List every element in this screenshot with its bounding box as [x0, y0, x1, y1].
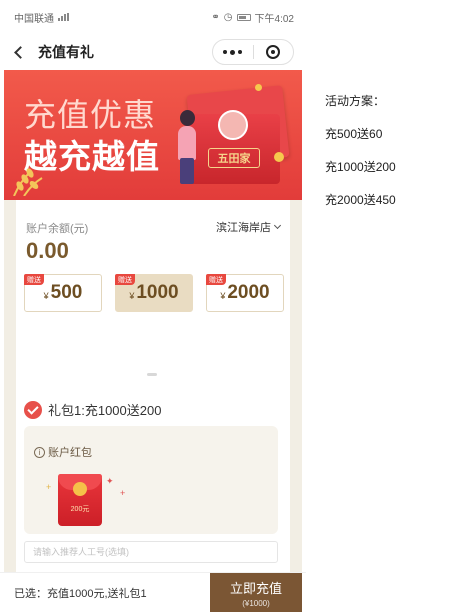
- brand-logo: 五田家: [208, 148, 260, 168]
- gift-tag-badge: 赠送: [24, 274, 44, 285]
- store-selector[interactable]: 滨江海岸店: [216, 219, 282, 235]
- coin-icon: [255, 84, 262, 91]
- recharge-section: 账户余额(元) 滨江海岸店 0.00 赠送 ¥ 500 赠送 ¥ 1000 赠送: [4, 200, 302, 572]
- amount-option-500[interactable]: 赠送 ¥ 500: [24, 274, 102, 312]
- more-dots-icon[interactable]: [213, 40, 253, 64]
- recharge-now-button[interactable]: 立即充值 (¥1000): [210, 573, 302, 612]
- notes-item: 充2000送450: [325, 193, 396, 207]
- amount-value: 500: [50, 282, 83, 303]
- amount-option-1000[interactable]: 赠送 ¥ 1000: [115, 274, 193, 312]
- info-icon: i: [34, 446, 45, 458]
- status-time: 下午4:02: [254, 13, 294, 25]
- bottom-bar: 已选：充值1000元,送礼包1 立即充值 (¥1000): [0, 572, 306, 612]
- red-packet-icon: 200元: [58, 474, 102, 526]
- sparkle-icon: +: [120, 488, 126, 498]
- red-packet-seal: [73, 482, 87, 496]
- chevron-down-icon: [273, 221, 282, 230]
- balance-value: 0.00: [26, 238, 69, 263]
- girl-figure-legs: [180, 158, 194, 184]
- banner-illustration: 五田家: [168, 84, 290, 190]
- gift-detail-box: i 账户红包 + ✦ + 200元: [24, 426, 278, 534]
- red-packet-amount: 200元: [70, 506, 90, 513]
- recharge-button-label: 立即充值: [229, 581, 282, 596]
- mini-program-capsule: [212, 39, 294, 65]
- notes-item: 充1000送200: [325, 160, 396, 174]
- amount-option-2000[interactable]: 赠送 ¥ 2000: [206, 274, 284, 312]
- currency-symbol: ¥: [220, 291, 226, 301]
- close-target-icon[interactable]: [254, 40, 294, 64]
- page-title: 充值有礼: [38, 44, 94, 60]
- signal-icon: [58, 13, 69, 21]
- sparkle-icon: ✦: [106, 476, 114, 486]
- selection-summary: 已选：充值1000元,送礼包1: [14, 588, 147, 600]
- gift-tag-badge: 赠送: [206, 274, 226, 285]
- notes-item: 充500送60: [325, 127, 383, 141]
- carrier-name: 中国联通: [14, 13, 54, 25]
- amount-value: 1000: [136, 282, 179, 303]
- package-label: 礼包1:充1000送200: [48, 403, 162, 418]
- currency-symbol: ¥: [129, 291, 135, 301]
- campaign-notes: 活动方案： 充500送60 充1000送200 充2000送450: [325, 92, 396, 224]
- gift-title-row: i 账户红包: [34, 444, 92, 460]
- alarm-icon: ◷: [223, 11, 233, 23]
- battery-icon: [236, 13, 251, 21]
- phone-screen: 中国联通 ⚭ ◷ 下午4:02 充值有礼 充值优惠 越充越值 五田家 账户余额(…: [0, 0, 306, 612]
- wheat-icon: [13, 168, 43, 196]
- gift-tag-badge: 赠送: [115, 274, 135, 285]
- status-bar: 中国联通 ⚭ ◷ 下午4:02: [0, 0, 306, 34]
- girl-figure-body: [178, 126, 196, 160]
- recharge-card: 账户余额(元) 滨江海岸店 0.00 赠送 ¥ 500 赠送 ¥ 1000 赠送: [16, 200, 290, 572]
- nav-bar: 充值有礼: [0, 34, 306, 70]
- balance-label: 账户余额(元): [26, 223, 89, 235]
- status-right: ⚭ ◷ 下午4:02: [211, 10, 294, 25]
- check-circle-icon: [24, 400, 42, 419]
- promo-banner: 充值优惠 越充越值 五田家: [4, 70, 302, 200]
- coin-icon: [274, 152, 284, 162]
- divider-dash: [147, 373, 157, 376]
- gift-title: 账户红包: [48, 447, 92, 459]
- store-name: 滨江海岸店: [216, 222, 271, 234]
- recharge-button-amount: (¥1000): [242, 599, 270, 608]
- status-left: 中国联通: [14, 10, 69, 25]
- back-arrow-icon[interactable]: [6, 34, 34, 70]
- girl-figure-head: [180, 110, 195, 126]
- gift-package-option[interactable]: 礼包1:充1000送200: [24, 400, 161, 419]
- headphone-icon: ⚭: [211, 11, 220, 23]
- currency-symbol: ¥: [43, 291, 49, 301]
- notes-heading: 活动方案：: [325, 94, 386, 108]
- amount-value: 2000: [227, 282, 270, 303]
- pig-seal-icon: [218, 110, 248, 140]
- referrer-id-input[interactable]: [24, 541, 278, 563]
- sparkle-icon: +: [46, 482, 52, 492]
- amount-options: 赠送 ¥ 500 赠送 ¥ 1000 赠送 ¥ 2000: [24, 274, 284, 312]
